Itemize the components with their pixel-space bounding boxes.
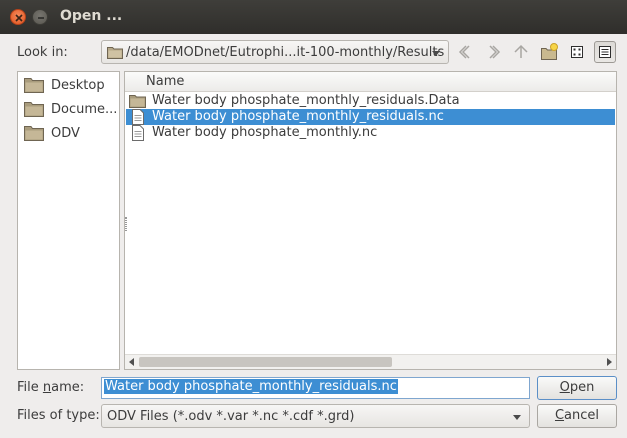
sidebar-item-odv[interactable]: ODV xyxy=(23,123,118,143)
splitter-handle[interactable] xyxy=(125,217,127,231)
horizontal-scrollbar[interactable] xyxy=(125,354,616,369)
scrollbar-thumb[interactable] xyxy=(139,357,392,367)
open-button[interactable]: Open xyxy=(537,376,617,400)
files-of-type-value: ODV Files (*.odv *.var *.nc *.cdf *.grd) xyxy=(107,409,355,424)
file-row-name: Water body phosphate_monthly_residuals.D… xyxy=(152,93,460,108)
scroll-right-arrow-icon[interactable] xyxy=(607,358,612,366)
file-name-value: Water body phosphate_monthly_residuals.n… xyxy=(104,379,398,394)
minimize-window-button[interactable] xyxy=(32,9,48,25)
sidebar-item-label: Desktop xyxy=(51,78,105,93)
chevron-down-icon xyxy=(513,415,521,420)
file-icon xyxy=(132,109,144,125)
file-name-label-suffix: ame: xyxy=(51,380,85,395)
close-icon xyxy=(15,14,23,22)
sidebar-item-desktop[interactable]: Desktop xyxy=(23,75,118,95)
cancel-button[interactable]: Cancel xyxy=(537,404,617,428)
file-name-label: File name: xyxy=(17,380,84,395)
cancel-button-label: ancel xyxy=(564,408,600,423)
file-name-label-prefix: File xyxy=(17,380,43,395)
back-button[interactable] xyxy=(455,41,477,63)
sidebar-item-label: Docume... xyxy=(51,102,118,117)
open-button-mnemonic: O xyxy=(559,380,570,395)
file-row-selected[interactable]: Water body phosphate_monthly_residuals.n… xyxy=(126,109,615,125)
list-view-icon xyxy=(571,46,583,58)
cancel-button-mnemonic: C xyxy=(554,408,565,423)
scroll-left-arrow-icon[interactable] xyxy=(129,358,134,366)
column-header-name[interactable]: Name xyxy=(125,72,616,92)
folder-icon xyxy=(107,47,123,59)
parent-directory-button[interactable] xyxy=(510,41,532,63)
file-row[interactable]: Water body phosphate_monthly_residuals.D… xyxy=(126,93,615,109)
file-row-name: Water body phosphate_monthly_residuals.n… xyxy=(152,109,444,124)
column-header-label: Name xyxy=(146,74,185,89)
sidebar-item-documents[interactable]: Docume... xyxy=(23,99,118,119)
look-in-path: /data/EMODnet/Eutrophi...it-100-monthly/… xyxy=(126,45,445,60)
folder-icon xyxy=(24,78,44,93)
close-window-button[interactable] xyxy=(10,9,26,25)
look-in-label: Look in: xyxy=(17,45,68,60)
file-name-input[interactable]: Water body phosphate_monthly_residuals.n… xyxy=(101,377,530,399)
file-row-name: Water body phosphate_monthly.nc xyxy=(152,125,378,140)
chevron-down-icon xyxy=(432,51,440,56)
title-bar: Open ... xyxy=(0,0,627,34)
parent-directory-icon xyxy=(514,44,528,58)
sidebar-item-label: ODV xyxy=(51,126,80,141)
sidebar: Desktop Docume... ODV xyxy=(17,71,120,370)
back-arrow-icon xyxy=(458,45,470,59)
new-folder-icon xyxy=(541,43,558,60)
minimize-icon xyxy=(38,17,44,19)
forward-button[interactable] xyxy=(482,41,504,63)
folder-icon xyxy=(24,102,44,117)
file-name-label-mnemonic: n xyxy=(42,380,52,395)
list-view-button[interactable] xyxy=(566,41,588,63)
detail-view-icon xyxy=(599,46,611,58)
files-of-type-label: Files of type: xyxy=(17,408,100,423)
open-button-label: pen xyxy=(569,380,595,395)
folder-icon xyxy=(129,95,146,108)
file-icon xyxy=(132,125,144,141)
folder-icon xyxy=(24,126,44,141)
files-of-type-combo[interactable]: ODV Files (*.odv *.var *.nc *.cdf *.grd) xyxy=(101,404,530,428)
window-title: Open ... xyxy=(60,8,123,24)
look-in-combo[interactable]: /data/EMODnet/Eutrophi...it-100-monthly/… xyxy=(101,40,449,64)
forward-arrow-icon xyxy=(489,45,501,59)
file-row[interactable]: Water body phosphate_monthly.nc xyxy=(126,125,615,141)
new-folder-button[interactable] xyxy=(538,41,560,63)
file-list: Name Water body phosphate_monthly_residu… xyxy=(124,71,617,370)
detail-view-button[interactable] xyxy=(594,41,616,63)
